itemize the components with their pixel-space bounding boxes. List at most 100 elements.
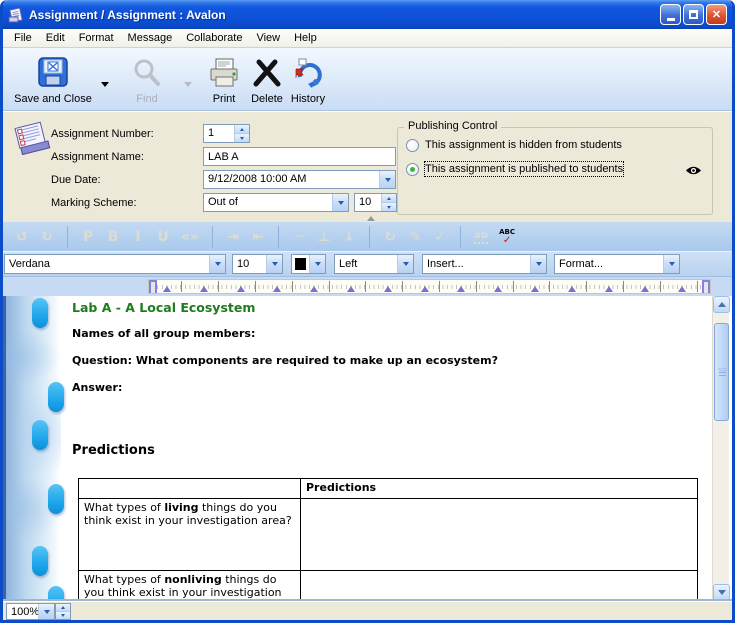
close-button[interactable]: ✕ [706,4,727,25]
tab-stop-marker[interactable] [163,286,171,292]
menu-item-file[interactable]: File [7,29,39,47]
tab-stop-marker[interactable] [200,286,208,292]
underline-icon[interactable]: U [156,228,170,246]
bold-icon[interactable]: B [106,228,120,246]
assignment-number-spin-buttons[interactable] [234,125,249,142]
scrollbar-thumb[interactable] [714,323,729,421]
rotate-icon[interactable]: ↻ [383,228,397,246]
italic-icon[interactable]: I [131,228,145,246]
find-button[interactable]: Find [121,54,173,106]
hidden-radio-label[interactable]: This assignment is hidden from students [425,138,622,152]
insert-below-icon[interactable]: ↓ [342,228,356,246]
tab-stop-marker[interactable] [494,286,502,292]
document-editor[interactable]: Lab A - A Local Ecosystem Names of all g… [3,296,732,601]
tab-stop-marker[interactable] [237,286,245,292]
tab-stop-marker[interactable] [605,286,613,292]
tab-stop-marker[interactable] [568,286,576,292]
horizontal-rule-icon[interactable]: ⊥ [317,228,331,246]
marking-points-spinner[interactable]: 10 [354,193,397,212]
published-radio-label[interactable]: This assignment is published to students [425,162,623,176]
menu-item-help[interactable]: Help [287,29,324,47]
print-button[interactable]: Print [203,54,245,106]
answer-cell[interactable] [301,499,698,571]
assignment-number-spinner[interactable]: 1 [203,124,250,143]
ruler-tick [549,281,550,292]
menu-item-view[interactable]: View [249,29,287,47]
right-margin-marker[interactable] [702,280,710,293]
redo-icon[interactable]: ↻ [40,228,54,246]
tab-stop-marker[interactable] [310,286,318,292]
menu-item-format[interactable]: Format [72,29,121,47]
font-color-dropdown-arrow[interactable] [309,255,325,273]
vertical-scrollbar[interactable] [712,296,729,601]
binding-pill-decoration [48,382,64,412]
menu-item-edit[interactable]: Edit [39,29,72,47]
published-radio[interactable] [406,163,419,176]
publishing-control-group: Publishing Control This assignment is hi… [397,127,713,215]
maximize-button[interactable] [683,4,704,25]
separator [369,226,370,248]
tab-stop-marker[interactable] [347,286,355,292]
marking-points-spin-buttons[interactable] [381,194,396,211]
format-dropdown-arrow[interactable] [663,255,679,273]
hidden-radio[interactable] [406,139,419,152]
paragraph-icon[interactable]: P [81,228,95,246]
zoom-spinner[interactable] [55,603,71,620]
marking-scheme-dropdown-arrow[interactable] [332,194,348,211]
tab-stop-marker[interactable] [273,286,281,292]
insert-dropdown-arrow[interactable] [530,255,546,273]
format-combo[interactable]: Format... [554,254,680,274]
tab-stop-marker[interactable] [531,286,539,292]
insert-value: Insert... [423,255,530,273]
left-margin-marker[interactable] [149,280,157,293]
collapse-handle-icon[interactable] [367,216,375,221]
alignment-dropdown-arrow[interactable] [397,255,413,273]
font-size-dropdown-arrow[interactable] [266,255,282,273]
answer-cell[interactable] [301,571,698,602]
marking-scheme-combo[interactable]: Out of [203,193,349,212]
indent-icon[interactable]: ⇥ [226,228,240,246]
spellcheck-icon[interactable]: ABC✓ [499,229,515,245]
zoom-spin-buttons[interactable] [56,604,70,619]
undo-icon[interactable]: ↺ [15,228,29,246]
menu-item-collaborate[interactable]: Collaborate [179,29,249,47]
zoom-combo[interactable]: 100% [6,603,55,620]
assignment-name-input[interactable] [204,151,395,163]
insert-combo[interactable]: Insert... [422,254,547,274]
scroll-up-button[interactable] [713,296,730,313]
dotted-rule-icon[interactable]: ┄ [292,228,306,246]
close-icon: ✕ [712,8,721,21]
tab-stop-marker[interactable] [641,286,649,292]
assignment-number-value: 1 [204,125,234,142]
history-button[interactable]: History [284,54,332,106]
binding-pill-decoration [32,420,48,450]
pencil-icon[interactable]: ✎ [408,228,422,246]
tab-stop-marker[interactable] [457,286,465,292]
save-and-close-label: Save and Close [14,93,92,105]
font-color-combo[interactable] [291,254,326,274]
ruler-tick [365,281,366,292]
quotes-icon[interactable]: «» [181,228,199,246]
tab-stop-marker[interactable] [678,286,686,292]
assignment-form: Assignment Number: 1 Assignment Name: Du… [3,111,732,222]
find-dropdown-arrow[interactable] [184,82,192,87]
accept-edit-icon[interactable]: ✓ [433,228,447,246]
autocorrect-icon[interactable]: ab [474,230,488,244]
font-family-combo[interactable]: Verdana [4,254,226,274]
zoom-dropdown-arrow[interactable] [38,604,54,619]
scroll-down-button[interactable] [713,584,730,601]
save-dropdown-arrow[interactable] [101,82,109,87]
tab-stop-marker[interactable] [421,286,429,292]
alignment-combo[interactable]: Left [334,254,414,274]
save-and-close-button[interactable]: Save and Close [10,54,96,106]
font-family-dropdown-arrow[interactable] [209,255,225,273]
due-date-combo[interactable]: 9/12/2008 10:00 AM [203,170,396,189]
minimize-button[interactable] [660,4,681,25]
outdent-icon[interactable]: ⇤ [251,228,265,246]
due-date-dropdown-arrow[interactable] [379,171,395,188]
font-size-combo[interactable]: 10 [232,254,283,274]
header-cell-predictions: Predictions [301,479,698,499]
tab-stop-marker[interactable] [384,286,392,292]
menu-item-message[interactable]: Message [121,29,180,47]
separator [67,226,68,248]
